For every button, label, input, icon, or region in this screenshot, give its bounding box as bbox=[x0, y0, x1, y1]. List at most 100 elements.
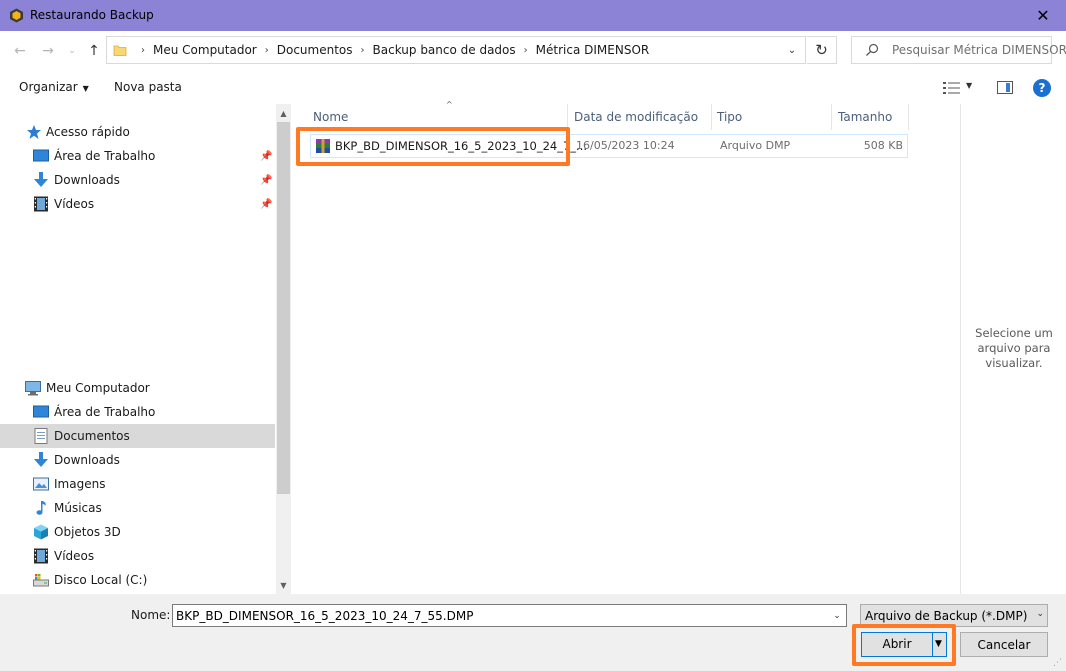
filename-field[interactable]: BKP_BD_DIMENSOR_16_5_2023_10_24_7_55.DMP… bbox=[172, 604, 847, 627]
column-header-type[interactable]: Tipo bbox=[711, 104, 831, 130]
pin-icon[interactable]: 📌 bbox=[260, 151, 272, 163]
chevron-down-icon: ⌄ bbox=[68, 46, 76, 56]
local-disk-icon bbox=[33, 574, 49, 587]
sidebar-item-label: Vídeos bbox=[54, 197, 95, 211]
sidebar-item-label: Área de Trabalho bbox=[54, 405, 156, 419]
caret-down-icon: ▼ bbox=[82, 84, 89, 93]
new-folder-button[interactable]: Nova pasta bbox=[114, 80, 182, 94]
back-button[interactable]: ← bbox=[10, 41, 30, 61]
new-folder-label: Nova pasta bbox=[114, 80, 182, 94]
view-options-dropdown[interactable]: ▼ bbox=[966, 81, 972, 90]
folder-icon bbox=[113, 45, 127, 56]
dialog-footer: Nome: BKP_BD_DIMENSOR_16_5_2023_10_24_7_… bbox=[0, 594, 1066, 671]
help-icon[interactable]: ? bbox=[1033, 79, 1051, 97]
sort-ascending-icon: ^ bbox=[446, 100, 453, 109]
3d-objects-icon bbox=[34, 524, 48, 540]
window-title: Restaurando Backup bbox=[30, 8, 154, 22]
refresh-button[interactable]: ↻ bbox=[807, 36, 837, 64]
resize-grip-icon[interactable]: ⋰ bbox=[1053, 658, 1063, 668]
sidebar-item-videos[interactable]: Vídeos bbox=[0, 544, 275, 568]
open-button[interactable]: Abrir ▼ bbox=[861, 632, 947, 657]
sidebar-item-3d-objects[interactable]: Objetos 3D bbox=[0, 520, 275, 544]
winrar-archive-icon bbox=[316, 139, 330, 153]
up-button[interactable]: ↑ bbox=[84, 41, 104, 61]
chevron-right-icon[interactable]: › bbox=[361, 45, 365, 56]
sidebar-item-music[interactable]: Músicas bbox=[0, 496, 275, 520]
scroll-down-icon[interactable]: ▼ bbox=[276, 577, 291, 593]
breadcrumb-item[interactable]: Meu Computador bbox=[153, 43, 257, 57]
filename-value: BKP_BD_DIMENSOR_16_5_2023_10_24_7_55.DMP bbox=[176, 609, 474, 623]
pin-icon[interactable]: 📌 bbox=[260, 199, 272, 211]
desktop-icon bbox=[33, 149, 49, 162]
sidebar-item-label: Meu Computador bbox=[46, 381, 150, 395]
search-input[interactable]: Pesquisar Métrica DIMENSOR bbox=[851, 36, 1066, 64]
search-icon bbox=[866, 43, 879, 56]
scroll-up-icon[interactable]: ▲ bbox=[276, 105, 291, 121]
column-header-modified[interactable]: Data de modificação bbox=[568, 104, 711, 130]
sidebar-item-desktop[interactable]: Área de Trabalho bbox=[0, 400, 275, 424]
file-modified: 16/05/2023 10:24 bbox=[576, 139, 675, 152]
command-bar: Organizar ▼ Nova pasta ▼ ? bbox=[0, 71, 1066, 104]
sidebar-item-my-computer[interactable]: Meu Computador bbox=[0, 376, 275, 400]
breadcrumb-item[interactable]: Backup banco de dados bbox=[373, 43, 516, 57]
sidebar-item-local-disk[interactable]: Disco Local (C:) bbox=[0, 568, 275, 592]
breadcrumb-item[interactable]: Métrica DIMENSOR bbox=[536, 43, 650, 57]
cancel-button-label: Cancelar bbox=[977, 637, 1031, 652]
column-divider[interactable] bbox=[908, 104, 909, 130]
filename-label: Nome: bbox=[131, 608, 171, 622]
table-row[interactable]: BKP_BD_DIMENSOR_16_5_2023_10_24_7_... 16… bbox=[310, 134, 908, 158]
file-type: Arquivo DMP bbox=[720, 139, 791, 152]
forward-button[interactable]: → bbox=[38, 41, 58, 61]
column-header-name[interactable]: ^ Nome bbox=[307, 100, 568, 130]
sidebar-item-downloads[interactable]: Downloads bbox=[0, 448, 275, 472]
pictures-icon bbox=[33, 477, 49, 491]
sidebar-item-label: Acesso rápido bbox=[46, 125, 130, 139]
column-header-label: Tipo bbox=[717, 110, 743, 124]
navigation-bar: ← → ⌄ ↑ › Meu Computador › Documentos › … bbox=[0, 31, 1066, 71]
open-options-dropdown[interactable]: ▼ bbox=[935, 639, 942, 649]
refresh-icon: ↻ bbox=[815, 41, 828, 59]
close-icon: ✕ bbox=[1036, 6, 1050, 25]
star-icon bbox=[27, 125, 41, 139]
filetype-select[interactable]: Arquivo de Backup (*.DMP) ⌄ bbox=[860, 604, 1048, 627]
app-icon bbox=[10, 8, 23, 23]
sidebar-item-quick-access[interactable]: Acesso rápido bbox=[0, 120, 275, 144]
recent-locations-button[interactable]: ⌄ bbox=[62, 41, 82, 61]
sidebar-item-label: Área de Trabalho bbox=[54, 149, 156, 163]
sidebar-item-label: Documentos bbox=[54, 429, 130, 443]
pin-icon[interactable]: 📌 bbox=[260, 175, 272, 187]
column-header-size[interactable]: Tamanho bbox=[832, 104, 908, 130]
organize-label: Organizar bbox=[19, 80, 78, 94]
file-size: 508 KB bbox=[863, 139, 903, 152]
column-header-label: Data de modificação bbox=[574, 110, 699, 124]
computer-icon bbox=[25, 381, 41, 396]
breadcrumb-item[interactable]: Documentos bbox=[277, 43, 353, 57]
downloads-icon bbox=[34, 452, 48, 467]
preview-pane: Selecione um arquivo para visualizar. bbox=[960, 104, 1066, 594]
close-button[interactable]: ✕ bbox=[1020, 0, 1066, 31]
documents-icon bbox=[34, 428, 48, 444]
scrollbar-thumb[interactable] bbox=[277, 122, 290, 494]
open-button-label: Abrir bbox=[882, 637, 912, 651]
address-bar[interactable]: › Meu Computador › Documentos › Backup b… bbox=[106, 36, 806, 64]
address-history-dropdown[interactable]: ⌄ bbox=[779, 37, 805, 63]
details-view-icon[interactable] bbox=[943, 81, 961, 95]
chevron-right-icon[interactable]: › bbox=[265, 45, 269, 56]
split-divider bbox=[932, 633, 933, 656]
preview-pane-icon[interactable] bbox=[997, 81, 1013, 94]
sidebar-item-pictures[interactable]: Imagens bbox=[0, 472, 275, 496]
organize-button[interactable]: Organizar ▼ bbox=[19, 80, 89, 94]
sidebar-item-downloads[interactable]: Downloads 📌 bbox=[0, 168, 275, 192]
chevron-down-icon: ⌄ bbox=[787, 44, 797, 56]
sidebar-item-desktop[interactable]: Área de Trabalho 📌 bbox=[0, 144, 275, 168]
chevron-down-icon[interactable]: ⌄ bbox=[828, 605, 846, 626]
downloads-icon bbox=[34, 172, 48, 187]
file-list: ^ Nome Data de modificação Tipo Tamanho … bbox=[293, 100, 960, 594]
sidebar-item-label: Vídeos bbox=[54, 549, 95, 563]
chevron-down-icon: ⌄ bbox=[1036, 609, 1044, 619]
sidebar-item-documents[interactable]: Documentos bbox=[0, 424, 275, 448]
chevron-right-icon[interactable]: › bbox=[524, 45, 528, 56]
sidebar-item-videos[interactable]: Vídeos 📌 bbox=[0, 192, 275, 216]
arrow-right-icon: → bbox=[42, 43, 54, 59]
cancel-button[interactable]: Cancelar bbox=[960, 632, 1048, 657]
